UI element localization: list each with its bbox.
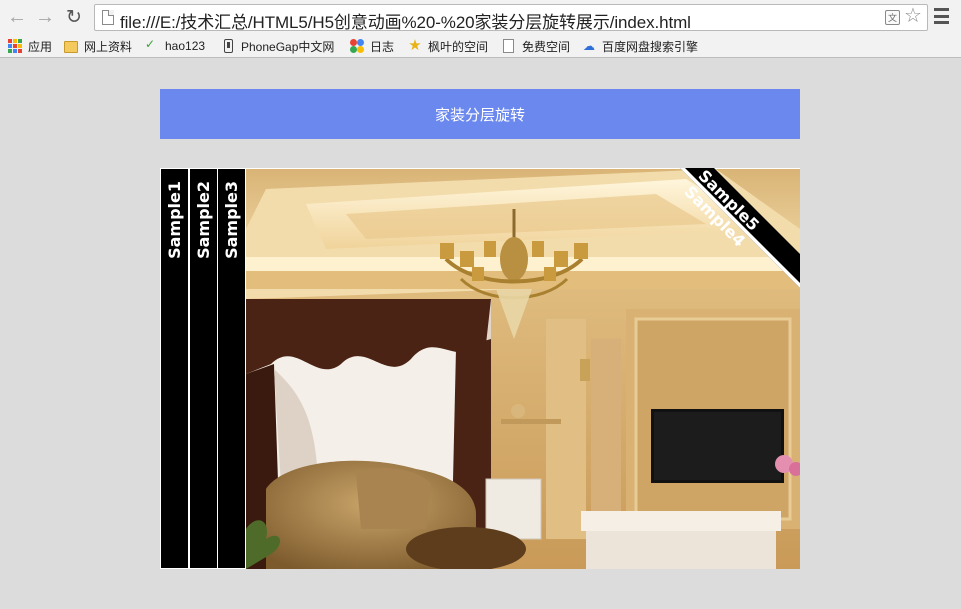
url-text[interactable]: file:///E:/技术汇总/HTML5/H5创意动画%20-%20家装分层旋…	[120, 8, 691, 33]
phone-icon	[224, 39, 233, 53]
bookmark-label: 日志	[370, 39, 395, 54]
bookmarks-bar: 应用 网上资料 ✓ hao123 PhoneGap中文网 日志 ★ 枫叶的空间 …	[0, 34, 961, 58]
baidu-cloud-icon: ☁	[583, 39, 595, 53]
page-title: 家装分层旋转	[160, 89, 800, 139]
bookmark-folder[interactable]: 网上资料	[64, 37, 132, 55]
apps-grid-icon	[8, 39, 22, 53]
bookmark-hao123[interactable]: ✓ hao123	[145, 37, 205, 55]
page-icon	[503, 39, 514, 53]
address-bar[interactable]: file:///E:/技术汇总/HTML5/H5创意动画%20-%20家装分层旋…	[94, 4, 928, 33]
star-icon: ★	[408, 37, 422, 54]
sample-strip-3[interactable]: Sample3	[218, 169, 245, 568]
sample-strip-1[interactable]: Sample1	[161, 169, 188, 568]
back-arrow-icon[interactable]: ←	[6, 6, 28, 28]
rotation-showcase: Sample1 Sample2 Sample3 Sample5 Sample4	[160, 168, 800, 569]
bookmark-label: 免费空间	[522, 39, 571, 54]
bookmark-free-space[interactable]: 免费空间	[503, 37, 570, 55]
log-icon	[350, 39, 364, 53]
bookmark-label: PhoneGap中文网	[241, 39, 335, 54]
strip-label: Sample2	[194, 181, 213, 259]
bookmark-star-icon[interactable]: ☆	[904, 6, 922, 26]
forward-arrow-icon[interactable]: →	[34, 6, 56, 28]
strip-label: Sample3	[222, 181, 241, 259]
bookmark-phonegap[interactable]: PhoneGap中文网	[222, 37, 334, 55]
strip-label: Sample1	[165, 181, 184, 259]
bookmark-label: 枫叶的空间	[428, 39, 489, 54]
sample-corner-band[interactable]: Sample5 Sample4	[680, 168, 800, 288]
page-icon	[102, 10, 114, 25]
browser-toolbar: ← → ↻ file:///E:/技术汇总/HTML5/H5创意动画%20-%2…	[0, 0, 961, 34]
folder-icon	[64, 41, 78, 53]
bookmark-label: 网上资料	[84, 39, 133, 54]
bookmark-label: 应用	[28, 39, 53, 54]
translate-icon[interactable]: 文	[885, 10, 900, 25]
bookmark-log[interactable]: 日志	[350, 37, 394, 55]
reload-icon[interactable]: ↻	[63, 6, 85, 28]
bookmark-baidu[interactable]: ☁ 百度网盘搜索引擎	[582, 37, 698, 55]
sample-strip-2[interactable]: Sample2	[190, 169, 217, 568]
bookmark-label: 百度网盘搜索引擎	[602, 39, 699, 54]
bookmark-maple[interactable]: ★ 枫叶的空间	[408, 37, 488, 55]
bookmark-apps[interactable]: 应用	[8, 37, 52, 55]
hao123-icon: ✓	[145, 37, 156, 51]
menu-icon[interactable]	[934, 8, 949, 24]
bookmark-label: hao123	[165, 39, 206, 53]
